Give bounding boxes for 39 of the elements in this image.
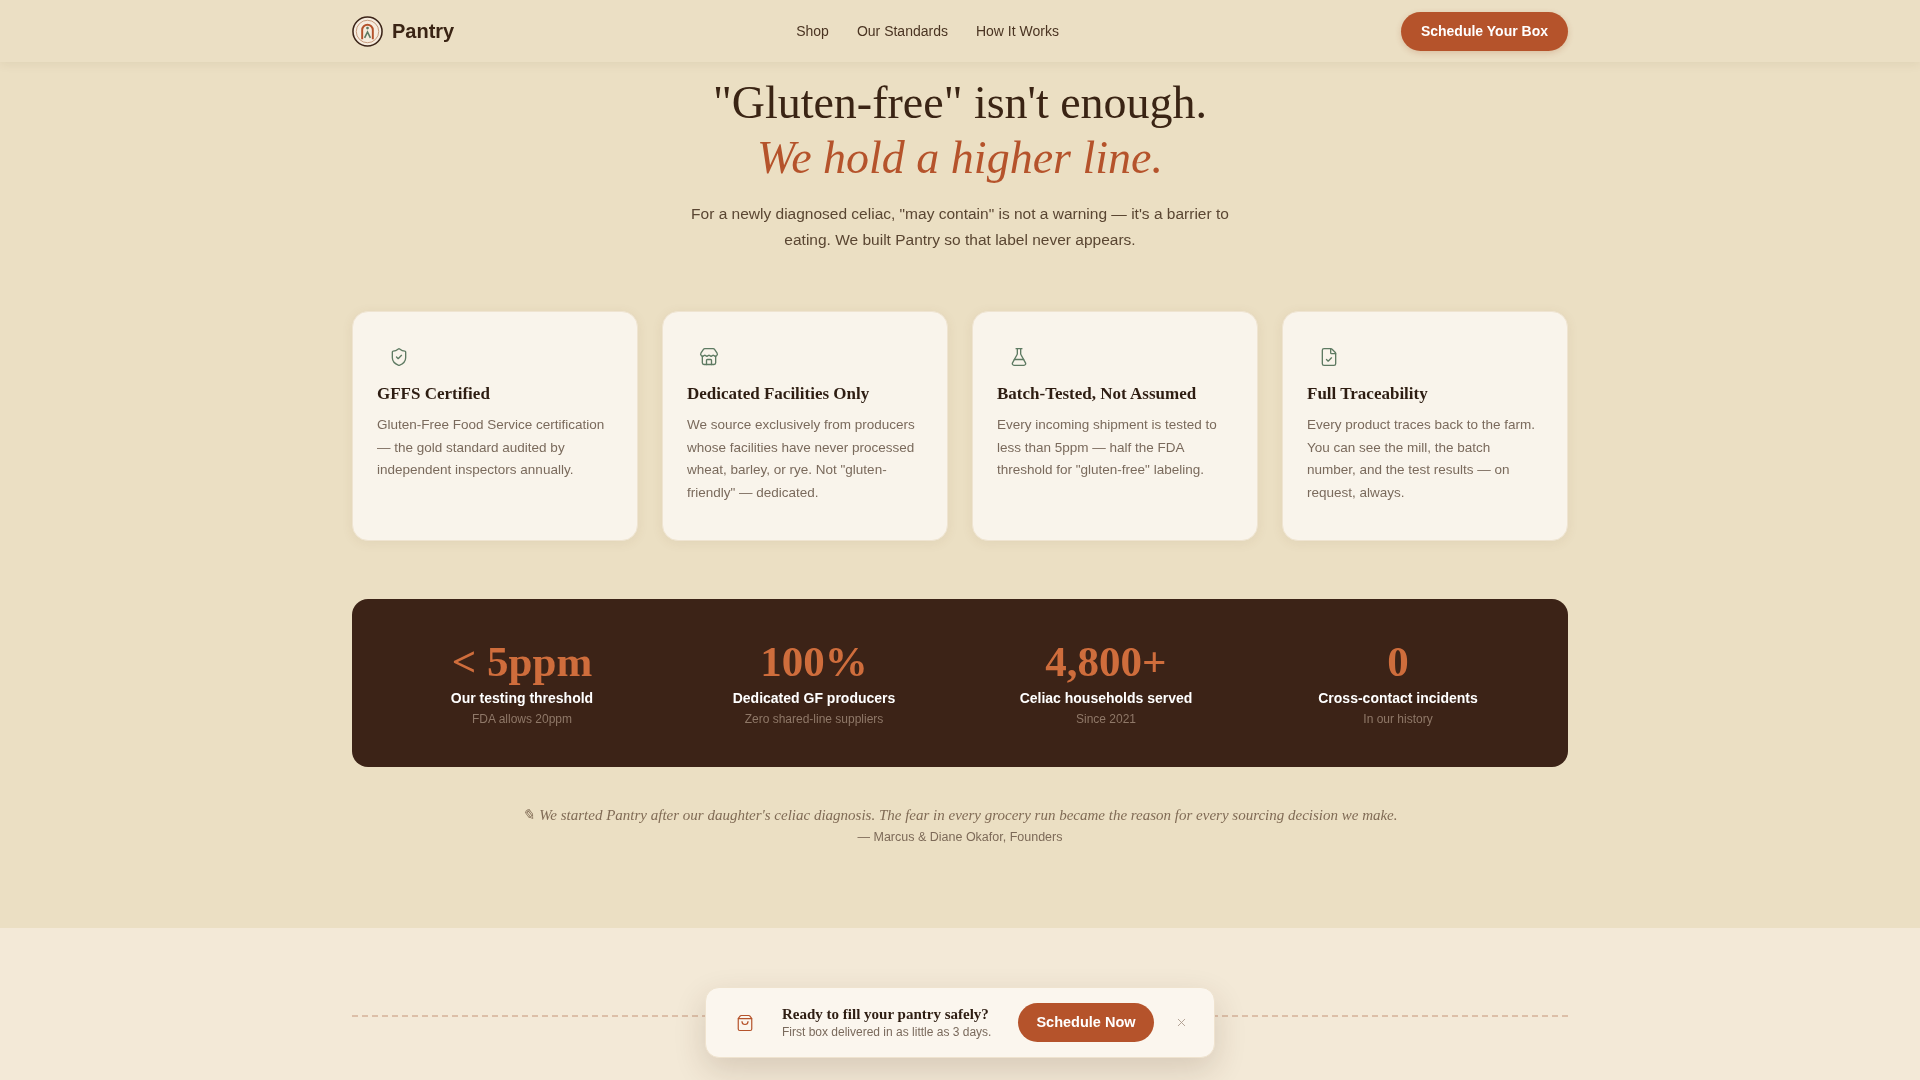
schedule-box-button[interactable]: Schedule Your Box — [1400, 11, 1568, 51]
hero-description: For a newly diagnosed celiac, "may contain" is not a warning — it's a barrier to eating. We built Pantry so that label never appears. — [690, 204, 1230, 250]
feature-description: We source exclusively from producers whose facilities have never processed wheat, barley, or rye. Not "gluten-friendly" — dedicated. — [687, 416, 916, 502]
feature-title: Dedicated Facilities Only — [687, 383, 871, 405]
nav-link[interactable]: How It Works — [975, 20, 1059, 42]
shopping-bag-icon — [736, 1013, 754, 1032]
feature-title: Full Traceability — [1307, 383, 1429, 405]
nav-link[interactable]: Shop — [796, 20, 829, 42]
stat-note: Zero shared-line suppliers — [744, 711, 884, 727]
stat-label: Dedicated GF producers — [732, 689, 896, 707]
feature-description: Every product traces back to the farm. You can see the mill, the batch number, and the test results — on request, always. — [1307, 416, 1537, 502]
logo-icon — [352, 15, 383, 47]
stat-label: Cross-contact incidents — [1318, 689, 1478, 707]
feature-description: Gluten-Free Food Service certification — the gold standard audited by independent inspectors annually. — [377, 416, 606, 479]
stat-note: FDA allows 20ppm — [471, 711, 572, 727]
shield-check-icon — [389, 347, 409, 367]
stat-note: In our history — [1363, 711, 1433, 727]
hero-accent-heading: We hold a higher line. — [757, 131, 1163, 185]
stat-note: Since 2021 — [1075, 711, 1136, 727]
toast-text: First box delivered in as little as 3 days. — [782, 1025, 993, 1040]
toast-title: Ready to fill your pantry safely? — [782, 1005, 990, 1023]
founder-quote: ✎ We started Pantry after our daughter's celiac diagnosis. The fear in every grocery run became the reason for every sourcing decision we make. — [522, 806, 1398, 825]
stat-label: Our testing threshold — [450, 689, 594, 707]
stat-value: < 5ppm — [451, 640, 593, 683]
feature-description: Every incoming shipment is tested to less than 5ppm — half the FDA threshold for "gluten-free" labeling. — [997, 416, 1218, 479]
nav-link[interactable]: Our Standards — [856, 20, 948, 42]
schedule-now-button[interactable]: Schedule Now — [1018, 1003, 1154, 1042]
document-check-icon — [1319, 347, 1339, 367]
stat-label: Celiac households served — [1019, 689, 1193, 707]
feature-title: GFFS Certified — [377, 383, 491, 405]
flask-icon — [1009, 347, 1029, 367]
stat-value: 0 — [1387, 640, 1409, 683]
brand-name[interactable]: Pantry — [392, 16, 455, 46]
storefront-icon — [699, 347, 719, 367]
stat-value: 4,800+ — [1045, 640, 1167, 683]
stat-value: 100% — [760, 640, 868, 683]
feature-title: Batch-Tested, Not Assumed — [997, 383, 1198, 405]
quote-attribution: — Marcus & Diane Okafor, Founders — [857, 829, 1063, 845]
hero-heading: "Gluten-free" isn't enough. — [712, 76, 1208, 130]
